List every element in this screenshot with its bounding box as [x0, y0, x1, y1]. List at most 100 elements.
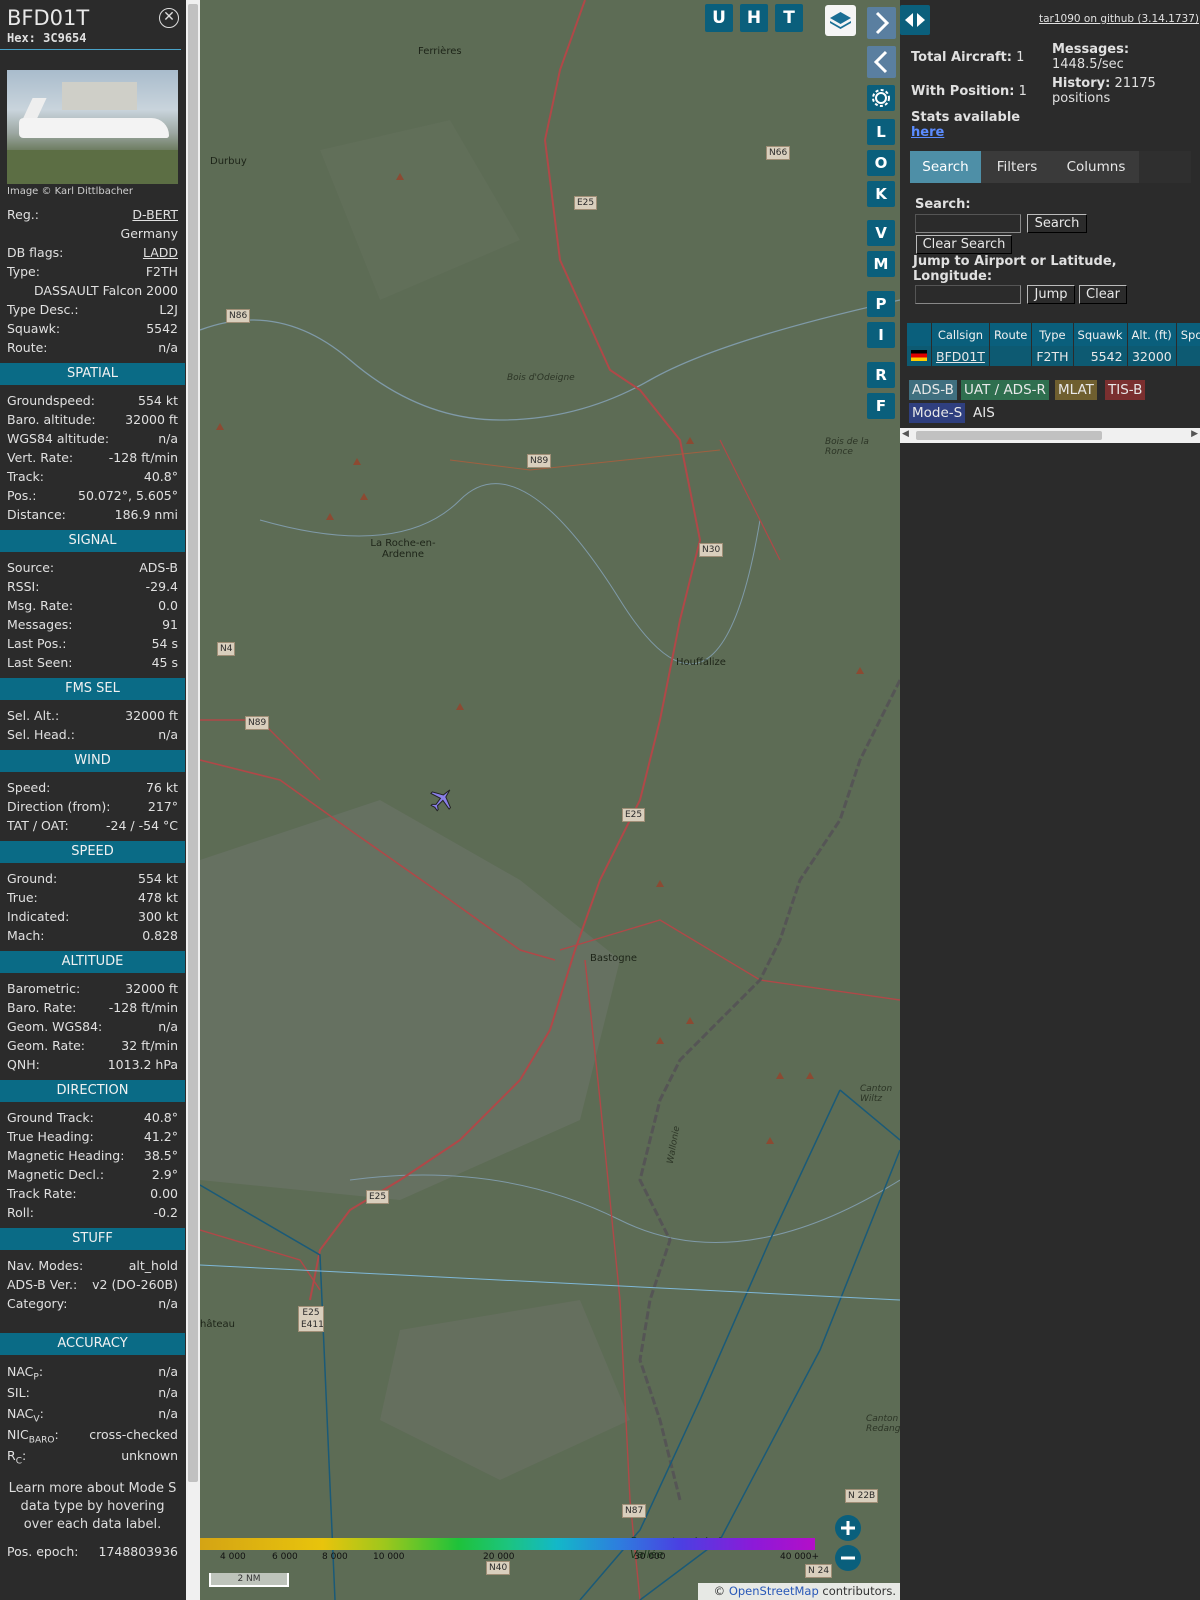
info-row: Nav. Modes: alt_hold	[0, 1256, 185, 1275]
column-flag[interactable]	[907, 323, 932, 346]
info-row-value[interactable]: LADD	[143, 243, 178, 262]
accuracy-list: NACP: n/a SIL: n/a NACV: n/a NICBARO: cross-che…	[0, 1361, 185, 1467]
clear-search-button[interactable]: Clear Search	[916, 235, 1012, 254]
button-u[interactable]: U	[705, 4, 733, 32]
button-l[interactable]: L	[867, 119, 895, 145]
scroll-right-icon[interactable]: ▶	[1191, 429, 1198, 439]
with-position-value: 1	[1018, 84, 1027, 99]
basic-info-list: Reg.: D-BERT Germany DB flags: LADD Type: F2TH…	[0, 205, 185, 357]
cell-callsign[interactable]: BFD01T	[931, 346, 990, 366]
messages-stat: Messages:	[1052, 42, 1129, 57]
info-row-label: TAT / OAT:	[7, 818, 69, 833]
map-place-la-roche: La Roche-en-Ardenne	[370, 538, 436, 560]
column-squawk[interactable]: Squawk	[1073, 323, 1128, 346]
column-type[interactable]: Type	[1031, 323, 1074, 346]
table-hscrollbar[interactable]: ◀ ▶	[900, 428, 1200, 443]
button-i[interactable]: I	[867, 322, 895, 348]
zoom-in-button[interactable]	[835, 1515, 861, 1541]
info-hex: Hex: 3C9654	[7, 31, 174, 45]
road-shield-e25: E25	[574, 196, 598, 210]
toggle-sidebar-button[interactable]	[900, 5, 930, 35]
clear-button[interactable]: Clear	[1079, 285, 1127, 304]
info-row-label: Speed:	[7, 780, 51, 795]
tab-search[interactable]: Search	[910, 151, 981, 183]
info-row-label: Type Desc.:	[7, 302, 79, 317]
column-route[interactable]: Route	[989, 323, 1033, 346]
map-roads-layer	[200, 0, 900, 1600]
jump-button[interactable]: Jump	[1027, 285, 1075, 304]
button-k[interactable]: K	[867, 181, 895, 207]
aircraft-marker-icon[interactable]	[428, 785, 456, 813]
legend-ais[interactable]: AIS	[970, 403, 998, 423]
hscroll-thumb[interactable]	[916, 431, 1102, 440]
aircraft-photo[interactable]	[7, 70, 178, 184]
column-altitude[interactable]: Alt. (ft)	[1127, 323, 1177, 346]
legend-mode-s[interactable]: Mode-S	[909, 403, 966, 423]
table-row[interactable]: BFD01T F2TH 5542 32000	[907, 346, 1200, 366]
jump-input[interactable]	[915, 285, 1021, 304]
layers-button[interactable]	[825, 5, 856, 36]
map-view[interactable]: Ferrières Durbuy La Roche-en-Ardenne Hou…	[200, 0, 900, 1600]
section-header-spatial: SPATIAL	[0, 363, 185, 385]
info-scrollbar-thumb[interactable]	[188, 4, 198, 1482]
button-h[interactable]: H	[740, 4, 768, 32]
altitude-tick: 10 000	[373, 1552, 405, 1562]
search-button[interactable]: Search	[1027, 214, 1087, 233]
settings-button[interactable]	[867, 85, 895, 111]
info-row-label: Track:	[7, 469, 44, 484]
scroll-left-icon[interactable]: ◀	[902, 429, 909, 439]
pos-epoch-label: Pos. epoch:	[7, 1544, 79, 1559]
legend-ads-b[interactable]: ADS-B	[909, 380, 957, 400]
legend-mlat[interactable]: MLAT	[1055, 380, 1097, 400]
info-row-value: n/a	[158, 727, 178, 742]
map-scale: 2 NM	[209, 1573, 289, 1587]
search-input[interactable]	[915, 214, 1021, 233]
button-m[interactable]: M	[867, 251, 895, 277]
stats-here-link[interactable]: here	[911, 125, 944, 140]
button-p[interactable]: P	[867, 291, 895, 317]
info-row: Mach: 0.828	[0, 926, 185, 945]
info-row-label: Msg. Rate:	[7, 598, 74, 613]
info-row-value: 40.8°	[143, 469, 178, 484]
info-row: True: 478 kt	[0, 888, 185, 907]
button-o[interactable]: O	[867, 150, 895, 176]
close-icon[interactable]: ✕	[159, 8, 179, 28]
button-r[interactable]: R	[867, 362, 895, 388]
column-callsign[interactable]: Callsign	[931, 323, 990, 346]
minus-icon	[841, 1556, 855, 1560]
button-f[interactable]: F	[867, 393, 895, 419]
info-row: Sel. Alt.: 32000 ft	[0, 706, 185, 725]
section-header-direction: DIRECTION	[0, 1080, 185, 1102]
info-row: RSSI: -29.4	[0, 577, 185, 596]
cell-type: F2TH	[1031, 346, 1074, 366]
osm-link[interactable]: OpenStreetMap	[729, 1584, 819, 1598]
accuracy-value: n/a	[158, 1364, 178, 1379]
github-link[interactable]: tar1090 on github (3.14.1737)	[1039, 13, 1199, 25]
plus-icon	[841, 1521, 855, 1535]
tab-empty	[1139, 151, 1191, 183]
collapse-map-button[interactable]	[867, 46, 896, 78]
button-t[interactable]: T	[775, 4, 803, 32]
tab-filters[interactable]: Filters	[983, 151, 1051, 183]
legend-tis-b[interactable]: TIS-B	[1105, 380, 1146, 400]
history-unit: positions	[1052, 91, 1111, 106]
zoom-out-button[interactable]	[835, 1545, 861, 1571]
tab-columns[interactable]: Columns	[1055, 151, 1137, 183]
expand-map-button[interactable]	[867, 7, 896, 39]
section-header-fms-sel: FMS SEL	[0, 678, 185, 700]
photo-credit: Image © Karl Dittlbacher	[7, 186, 133, 197]
button-v[interactable]: V	[867, 220, 895, 246]
info-row-value[interactable]: D-BERT	[132, 205, 178, 224]
accuracy-value: unknown	[121, 1448, 178, 1463]
info-row-label: Pos.:	[7, 488, 37, 503]
callsign-link[interactable]: BFD01T	[936, 349, 985, 364]
info-row: Groundspeed: 554 kt	[0, 391, 185, 410]
altitude-tick: 30 000	[634, 1552, 666, 1562]
total-aircraft-value: 1	[1016, 50, 1025, 65]
column-speed[interactable]: Spd.	[1176, 323, 1200, 346]
here-link[interactable]: here	[911, 125, 944, 140]
legend-uat-ads-r[interactable]: UAT / ADS-R	[961, 380, 1049, 400]
info-row-label: QNH:	[7, 1057, 40, 1072]
info-row: Distance: 186.9 nmi	[0, 505, 185, 524]
altitude-tick: 8 000	[322, 1552, 348, 1562]
